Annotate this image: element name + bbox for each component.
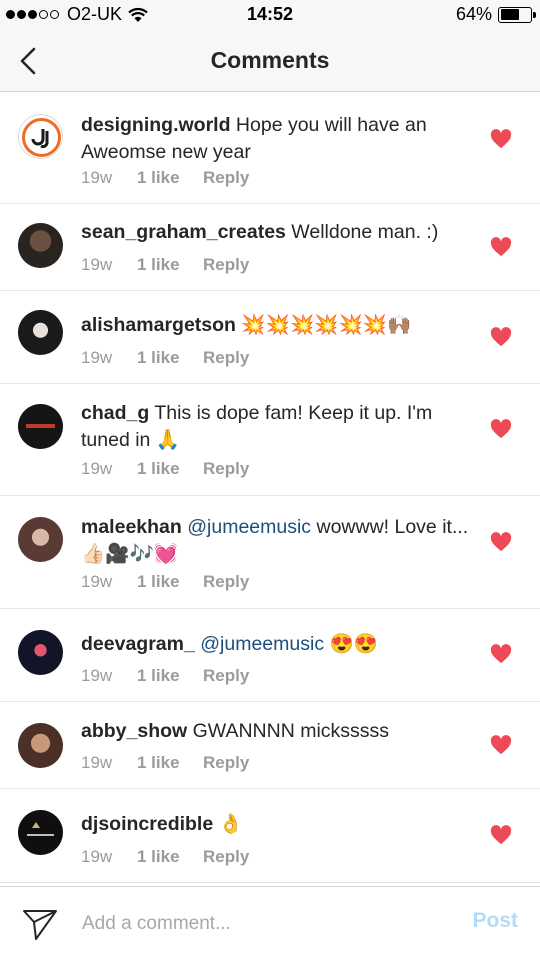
comments-list: designing.world Hope you will have an Aw…	[0, 93, 540, 883]
comment-time: 19w	[81, 255, 113, 274]
comment-meta: 19w 1 like Reply	[81, 666, 249, 686]
comment-meta: 19w 1 like Reply	[81, 255, 249, 275]
comment-text: abby_show GWANNNN micksssss	[81, 718, 471, 745]
comment-likes[interactable]: 1 like	[137, 753, 203, 773]
avatar[interactable]	[18, 810, 63, 855]
heart-icon[interactable]	[490, 532, 512, 552]
reply-button[interactable]: Reply	[203, 255, 249, 275]
heart-icon[interactable]	[490, 644, 512, 664]
comment-likes[interactable]: 1 like	[137, 255, 203, 275]
comment-username[interactable]: djsoincredible	[81, 813, 213, 835]
comment-text: alishamargetson 💥💥💥💥💥💥🙌🏽	[81, 312, 471, 339]
comment-username[interactable]: designing.world	[81, 114, 231, 136]
comment-item: sean_graham_creates Welldone man. :) 19w…	[0, 204, 540, 291]
reply-button[interactable]: Reply	[203, 753, 249, 773]
comment-meta: 19w 1 like Reply	[81, 753, 249, 773]
avatar[interactable]	[18, 723, 63, 768]
reply-button[interactable]: Reply	[203, 459, 249, 479]
comment-composer: Post	[0, 886, 540, 960]
avatar[interactable]	[18, 404, 63, 449]
reply-button[interactable]: Reply	[203, 847, 249, 867]
comment-time: 19w	[81, 666, 113, 685]
comment-text: deevagram_ @jumeemusic 😍😍	[81, 631, 471, 658]
heart-icon[interactable]	[490, 327, 512, 347]
navigation-bar: Comments	[0, 30, 540, 92]
comment-item: chad_g This is dope fam! Keep it up. I'm…	[0, 384, 540, 496]
comment-message: GWANNNN micksssss	[187, 720, 390, 742]
status-bar: O2-UK 14:52 64%	[0, 0, 540, 30]
comment-username[interactable]: maleekhan	[81, 516, 182, 538]
heart-icon[interactable]	[490, 237, 512, 257]
comment-likes[interactable]: 1 like	[137, 572, 203, 592]
avatar[interactable]	[18, 517, 63, 562]
comment-meta: 19w 1 like Reply	[81, 168, 249, 188]
avatar[interactable]	[18, 310, 63, 355]
reply-button[interactable]: Reply	[203, 572, 249, 592]
heart-icon[interactable]	[490, 825, 512, 845]
comment-item: maleekhan @jumeemusic wowww! Love it... …	[0, 496, 540, 609]
comment-username[interactable]: abby_show	[81, 720, 187, 742]
comment-time: 19w	[81, 168, 113, 187]
heart-icon[interactable]	[490, 419, 512, 439]
comment-meta: 19w 1 like Reply	[81, 459, 249, 479]
comment-item: djsoincredible 👌 19w 1 like Reply	[0, 789, 540, 883]
comment-likes[interactable]: 1 like	[137, 847, 203, 867]
avatar[interactable]	[18, 630, 63, 675]
status-bar-right: 64%	[455, 4, 536, 25]
avatar[interactable]	[18, 114, 63, 159]
battery-percentage: 64%	[455, 4, 492, 24]
comment-time: 19w	[81, 847, 113, 866]
heart-icon[interactable]	[490, 129, 512, 149]
comment-time: 19w	[81, 572, 113, 591]
comment-message: 👌	[213, 813, 243, 835]
comment-text: maleekhan @jumeemusic wowww! Love it... …	[81, 514, 471, 568]
heart-icon[interactable]	[490, 735, 512, 755]
comment-username[interactable]: sean_graham_creates	[81, 221, 286, 243]
reply-button[interactable]: Reply	[203, 348, 249, 368]
battery-icon	[498, 6, 536, 23]
avatar[interactable]	[18, 223, 63, 268]
dj-logo-icon	[22, 118, 61, 157]
comment-likes[interactable]: 1 like	[137, 348, 203, 368]
comment-meta: 19w 1 like Reply	[81, 847, 249, 867]
comment-username[interactable]: deevagram_	[81, 633, 195, 655]
reply-button[interactable]: Reply	[203, 168, 249, 188]
page-title: Comments	[210, 47, 330, 73]
comment-text: chad_g This is dope fam! Keep it up. I'm…	[81, 400, 471, 454]
comment-text: djsoincredible 👌	[81, 811, 471, 838]
comment-time: 19w	[81, 459, 113, 478]
comment-message: 💥💥💥💥💥💥🙌🏽	[235, 314, 412, 336]
comment-time: 19w	[81, 753, 113, 772]
comment-text: designing.world Hope you will have an Aw…	[81, 112, 471, 166]
brand-logo-icon	[26, 424, 55, 428]
comment-likes[interactable]: 1 like	[137, 666, 203, 686]
comment-item: abby_show GWANNNN micksssss 19w 1 like R…	[0, 702, 540, 789]
comment-message: Welldone man. :)	[285, 221, 439, 243]
comment-mention[interactable]: @jumeemusic	[195, 633, 324, 655]
comment-meta: 19w 1 like Reply	[81, 348, 249, 368]
comment-likes[interactable]: 1 like	[137, 168, 203, 188]
reply-button[interactable]: Reply	[203, 666, 249, 686]
comment-message: 😍😍	[324, 633, 379, 655]
comment-item: deevagram_ @jumeemusic 😍😍 19w 1 like Rep…	[0, 609, 540, 702]
comment-username[interactable]: alishamargetson	[81, 314, 236, 336]
comment-username[interactable]: chad_g	[81, 402, 149, 424]
comment-input[interactable]	[82, 909, 422, 939]
direct-send-icon[interactable]	[22, 907, 58, 941]
comment-likes[interactable]: 1 like	[137, 459, 203, 479]
comment-meta: 19w 1 like Reply	[81, 572, 249, 592]
comment-text: sean_graham_creates Welldone man. :)	[81, 219, 471, 246]
comment-mention[interactable]: @jumeemusic	[182, 516, 311, 538]
comment-item: alishamargetson 💥💥💥💥💥💥🙌🏽 19w 1 like Repl…	[0, 291, 540, 384]
comment-time: 19w	[81, 348, 113, 367]
comment-item: designing.world Hope you will have an Aw…	[0, 93, 540, 204]
brand-logo-icon	[27, 822, 54, 836]
post-button[interactable]: Post	[472, 909, 518, 933]
